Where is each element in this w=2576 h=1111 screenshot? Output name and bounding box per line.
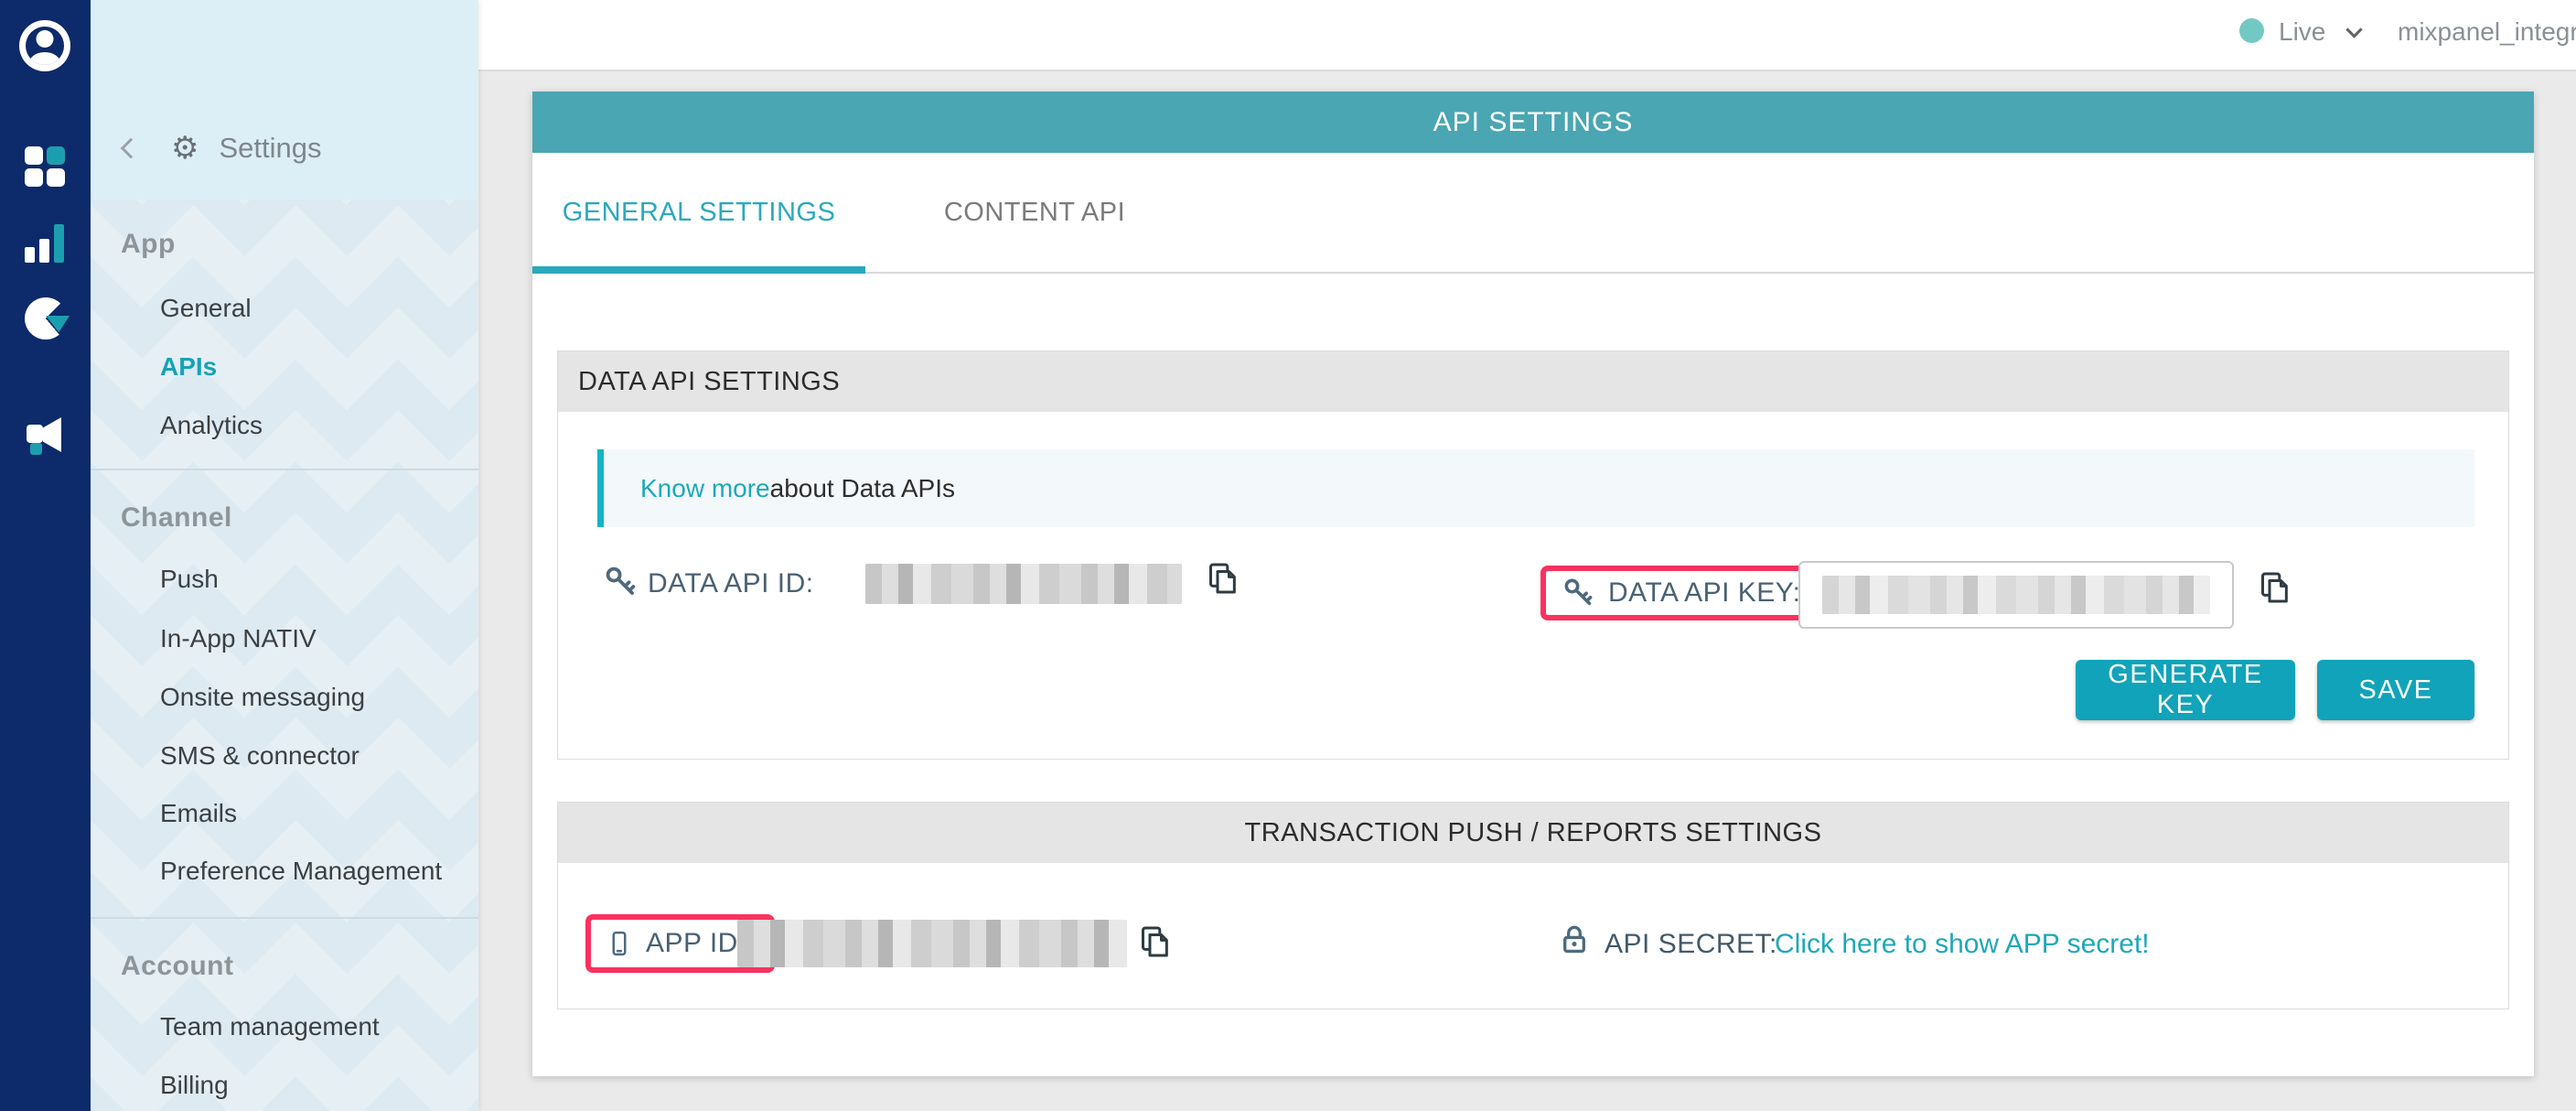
- sidebar-item-sms-connector[interactable]: SMS & connector: [160, 738, 360, 774]
- page-title-banner: API SETTINGS: [532, 92, 2534, 153]
- section-label-app: App: [121, 226, 176, 263]
- sidebar-item-preference-management[interactable]: Preference Management: [160, 853, 442, 890]
- top-bar: Live mixpanel_integration ? Need help 2 …: [478, 0, 2576, 71]
- brand-logo[interactable]: [19, 20, 70, 71]
- back-chevron-icon[interactable]: [121, 138, 142, 159]
- masked-data-api-id-value: [865, 564, 1182, 604]
- gear-icon: ⚙: [171, 130, 199, 167]
- sidebar-item-emails[interactable]: Emails: [160, 795, 237, 832]
- info-text: about Data APIs: [770, 474, 955, 503]
- data-api-id-label: DATA API ID:: [648, 568, 814, 599]
- app-rail: [0, 0, 91, 1111]
- divider: [91, 469, 478, 470]
- generate-key-button[interactable]: GENERATE KEY: [2076, 660, 2295, 720]
- sidebar-item-inapp-nativ[interactable]: In-App NATIV: [160, 620, 317, 657]
- tab-content-api[interactable]: CONTENT API: [865, 153, 1204, 272]
- sidebar-header: ⚙ Settings: [91, 0, 478, 200]
- api-secret-label: API SECRET:: [1605, 929, 1777, 960]
- active-tab-underline: [532, 266, 865, 274]
- sidebar-title: Settings: [219, 132, 321, 165]
- section-title: DATA API SETTINGS: [558, 351, 2508, 412]
- sidebar-item-general[interactable]: General: [160, 290, 252, 327]
- api-settings-card: API SETTINGS GENERAL SETTINGS CONTENT AP…: [532, 92, 2534, 1076]
- dashboard-grid-icon[interactable]: [25, 146, 67, 189]
- sidebar-item-billing[interactable]: Billing: [160, 1067, 229, 1104]
- copy-icon[interactable]: [1136, 923, 1173, 960]
- know-more-link[interactable]: Know more: [640, 474, 770, 503]
- section-title: TRANSACTION PUSH / REPORTS SETTINGS: [558, 803, 2508, 863]
- masked-data-api-key-value: [1822, 576, 2210, 614]
- data-api-key-input[interactable]: [1798, 561, 2234, 629]
- sidebar-item-team-management[interactable]: Team management: [160, 1009, 380, 1045]
- section-label-channel: Channel: [121, 500, 232, 536]
- analytics-bars-icon[interactable]: [25, 222, 67, 263]
- data-api-key-label: DATA API KEY:: [1608, 577, 1800, 609]
- sidebar-item-apis[interactable]: APIs: [160, 349, 217, 385]
- data-api-key-highlight: DATA API KEY:: [1540, 566, 1822, 620]
- mobile-phone-icon: [606, 928, 633, 959]
- masked-app-id-value: [737, 920, 1127, 967]
- save-button[interactable]: SAVE: [2317, 660, 2474, 720]
- info-strip: Know more about Data APIs: [597, 449, 2474, 527]
- settings-sidebar: ⚙ Settings App General APIs Analytics Ch…: [91, 0, 478, 1111]
- sidebar-item-push[interactable]: Push: [160, 561, 219, 598]
- copy-icon[interactable]: [1204, 560, 1240, 597]
- live-status-dot: [2239, 18, 2264, 43]
- key-icon: [1562, 577, 1595, 609]
- brand-logo-person-icon: [26, 27, 64, 65]
- sidebar-item-analytics[interactable]: Analytics: [160, 407, 263, 444]
- data-api-settings-section: DATA API SETTINGS Know more about Data A…: [557, 351, 2509, 760]
- campaigns-megaphone-icon[interactable]: [25, 415, 69, 456]
- project-selector[interactable]: mixpanel_integration: [2398, 17, 2576, 47]
- divider: [91, 917, 478, 919]
- environment-selector[interactable]: Live: [2279, 17, 2325, 47]
- segments-pie-icon[interactable]: [25, 297, 67, 340]
- tab-general-settings[interactable]: GENERAL SETTINGS: [532, 153, 865, 272]
- chevron-down-icon[interactable]: [2345, 21, 2362, 38]
- key-icon: [604, 565, 639, 599]
- section-label-account: Account: [121, 948, 234, 985]
- transaction-push-section: TRANSACTION PUSH / REPORTS SETTINGS APP …: [557, 802, 2509, 1009]
- sidebar-item-onsite-messaging[interactable]: Onsite messaging: [160, 679, 365, 716]
- lock-icon: [1557, 922, 1592, 956]
- tab-bar: GENERAL SETTINGS CONTENT API: [532, 153, 2534, 274]
- copy-icon[interactable]: [2256, 569, 2292, 606]
- show-app-secret-link[interactable]: Click here to show APP secret!: [1775, 929, 2150, 960]
